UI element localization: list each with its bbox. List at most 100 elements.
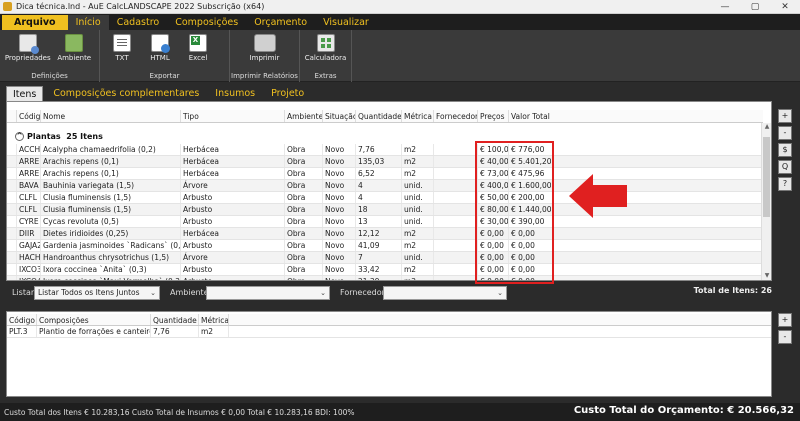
col-quantidade[interactable]: Quantidade xyxy=(356,110,402,122)
row-indicator xyxy=(7,192,17,203)
remove-composition-button[interactable]: - xyxy=(778,330,792,344)
table-row[interactable]: BAVA Bauhinia variegata (1,5) Árvore Obra No… xyxy=(7,180,763,192)
scrollbar-thumb[interactable] xyxy=(763,137,770,217)
group-count: 25 Itens xyxy=(66,132,103,141)
ribbon-group-definicoes: Propriedades Ambiente Definições xyxy=(0,30,100,82)
minimize-button[interactable]: — xyxy=(710,0,740,14)
cell-quantidade: 4 xyxy=(356,192,402,203)
remove-item-button[interactable]: - xyxy=(778,126,792,140)
table-row[interactable]: PLT.3 Plantio de forrações e canteiros 7… xyxy=(7,326,771,338)
scroll-down-icon[interactable]: ▼ xyxy=(762,272,772,280)
tab-composicoes-complementares[interactable]: Composições complementares xyxy=(47,86,205,101)
collapse-toggle[interactable]: ^ xyxy=(15,132,24,141)
table-row[interactable]: CYRE Cycas revoluta (0,5) Arbusto Obra Novo 1… xyxy=(7,216,763,228)
col-tipo[interactable]: Tipo xyxy=(181,110,285,122)
tab-itens[interactable]: Itens xyxy=(6,86,44,101)
tab-composicoes[interactable]: Composições xyxy=(167,15,246,30)
html-label: HTML xyxy=(150,54,170,62)
group-label-extras: Extras xyxy=(314,72,337,80)
maximize-button[interactable]: ▢ xyxy=(740,0,770,14)
price-button[interactable]: $ xyxy=(778,143,792,157)
table-row[interactable]: ARRE Arachis repens (0,1) Herbácea Obra Novo… xyxy=(7,168,763,180)
quantity-button[interactable]: Q xyxy=(778,160,792,174)
comp-col-metrica[interactable]: Métrica xyxy=(199,314,229,325)
cell-ambiente: Obra xyxy=(285,240,323,251)
cell-codigo: IXCO4 xyxy=(17,276,41,280)
close-button[interactable]: ✕ xyxy=(770,0,800,14)
col-codigo[interactable]: Código xyxy=(17,110,41,122)
cell-codigo: GAJA2 xyxy=(19,240,41,251)
col-valor-total[interactable]: Valor Total xyxy=(509,110,763,122)
col-nome[interactable]: Nome xyxy=(41,110,181,122)
add-composition-button[interactable]: + xyxy=(778,313,792,327)
tab-insumos[interactable]: Insumos xyxy=(209,86,261,101)
comp-col-codigo[interactable]: Código xyxy=(7,314,37,325)
cell-fornecedor xyxy=(434,156,478,167)
table-row[interactable]: HACH Handroanthus chrysotrichus (1,5) Árvo… xyxy=(7,252,763,264)
cell-quantidade: 41,09 xyxy=(356,240,402,251)
cell-nome: Arachis repens (0,1) xyxy=(41,168,181,179)
cell-valor-total: € 5.401,20 xyxy=(511,157,552,166)
imprimir-label: Imprimir xyxy=(249,54,280,62)
ambiente-select[interactable]: ⌄ xyxy=(206,286,330,300)
tab-projeto[interactable]: Projeto xyxy=(265,86,310,101)
cell-codigo: DIIR xyxy=(17,228,41,239)
table-row[interactable]: ACCH Acalypha chamaedrifolia (0,2) Herbáce… xyxy=(7,144,763,156)
table-row[interactable]: CLFL Clusia fluminensis (1,5) Arbusto Obra N… xyxy=(7,192,763,204)
comp-col-quantidade[interactable]: Quantidade xyxy=(151,314,199,325)
group-row-plantas[interactable]: ^ Plantas 25 Itens xyxy=(15,131,103,142)
cell-precos: € 73,00 xyxy=(480,168,509,179)
tab-visualizar[interactable]: Visualizar xyxy=(315,15,377,30)
table-row[interactable]: IXCO4Ixora coccinea `Maui Vermelha` (0,3… xyxy=(7,276,763,280)
cell-metrica: unid. xyxy=(402,204,434,215)
table-row[interactable]: CLFL Clusia fluminensis (1,5) Arbusto Obra N… xyxy=(7,204,763,216)
cell-ambiente: Obra xyxy=(285,228,323,239)
help-button[interactable]: ? xyxy=(778,177,792,191)
cell-situacao: Novo xyxy=(323,192,356,203)
excel-file-icon xyxy=(189,34,207,52)
cell-nome: Ixora coccinea `Anita` (0,3) xyxy=(41,264,181,275)
tab-orcamento[interactable]: Orçamento xyxy=(246,15,315,30)
cell-valor-total: € 0,00 xyxy=(509,276,763,280)
items-grid-scrollbar[interactable]: ▲ ▼ xyxy=(761,123,771,280)
col-ambiente[interactable]: Ambiente xyxy=(285,110,323,122)
cell-fornecedor xyxy=(434,168,478,179)
fornecedor-select[interactable]: ⌄ xyxy=(383,286,507,300)
properties-icon xyxy=(18,34,39,54)
txt-label: TXT xyxy=(115,54,129,62)
cell-tipo: Arbusto xyxy=(181,264,285,275)
environment-icon xyxy=(65,34,84,52)
col-metrica[interactable]: Métrica xyxy=(402,110,434,122)
table-row[interactable]: DIIR Dietes iridioides (0,25) Herbácea Obra… xyxy=(7,228,763,240)
cell-quantidade: 13 xyxy=(356,216,402,227)
cell-quantidade: 6,52 xyxy=(356,168,402,179)
cell-metrica: m2 xyxy=(402,240,434,251)
ribbon-group-imprimir: Imprimir Imprimir Relatórios xyxy=(230,30,300,82)
col-fornecedor[interactable]: Fornecedor xyxy=(434,110,478,122)
tab-cadastro[interactable]: Cadastro xyxy=(109,15,168,30)
col-precos[interactable]: Preços xyxy=(478,110,509,122)
cell-tipo: Arbusto xyxy=(181,240,285,251)
table-row[interactable]: IXCO3 Ixora coccinea `Anita` (0,3) Arbusto… xyxy=(7,264,763,276)
table-row[interactable]: ARRE Arachis repens (0,1) Herbácea Obra Novo… xyxy=(7,156,763,168)
scroll-up-icon[interactable]: ▲ xyxy=(762,123,772,131)
row-indicator xyxy=(7,144,17,155)
tab-arquivo[interactable]: Arquivo xyxy=(2,15,68,30)
html-file-icon xyxy=(151,34,170,53)
cell-quantidade: 18 xyxy=(356,204,402,215)
propriedades-label: Propriedades xyxy=(4,54,51,62)
add-item-button[interactable]: + xyxy=(778,109,792,123)
group-label-exportar: Exportar xyxy=(149,72,180,80)
row-indicator xyxy=(7,252,17,263)
comp-col-composicoes[interactable]: Composições xyxy=(37,314,151,325)
cell-codigo: CYRE xyxy=(17,216,41,227)
items-grid-rows: ACCH Acalypha chamaedrifolia (0,2) Herbáce… xyxy=(7,144,763,280)
table-row[interactable]: GAJA2 Gardenia jasminoides `Radicans` (0,… xyxy=(7,240,763,252)
cell-metrica: unid. xyxy=(402,252,434,263)
compositions-grid-header: Código Composições Quantidade Métrica xyxy=(7,314,771,326)
col-situacao[interactable]: Situação xyxy=(323,110,356,122)
cell-tipo: Arbusto xyxy=(181,204,285,215)
cell-situacao: Novo xyxy=(323,216,356,227)
tab-inicio[interactable]: Início xyxy=(67,15,109,30)
listar-select[interactable]: Listar Todos os Itens Juntos ⌄ xyxy=(34,286,160,300)
